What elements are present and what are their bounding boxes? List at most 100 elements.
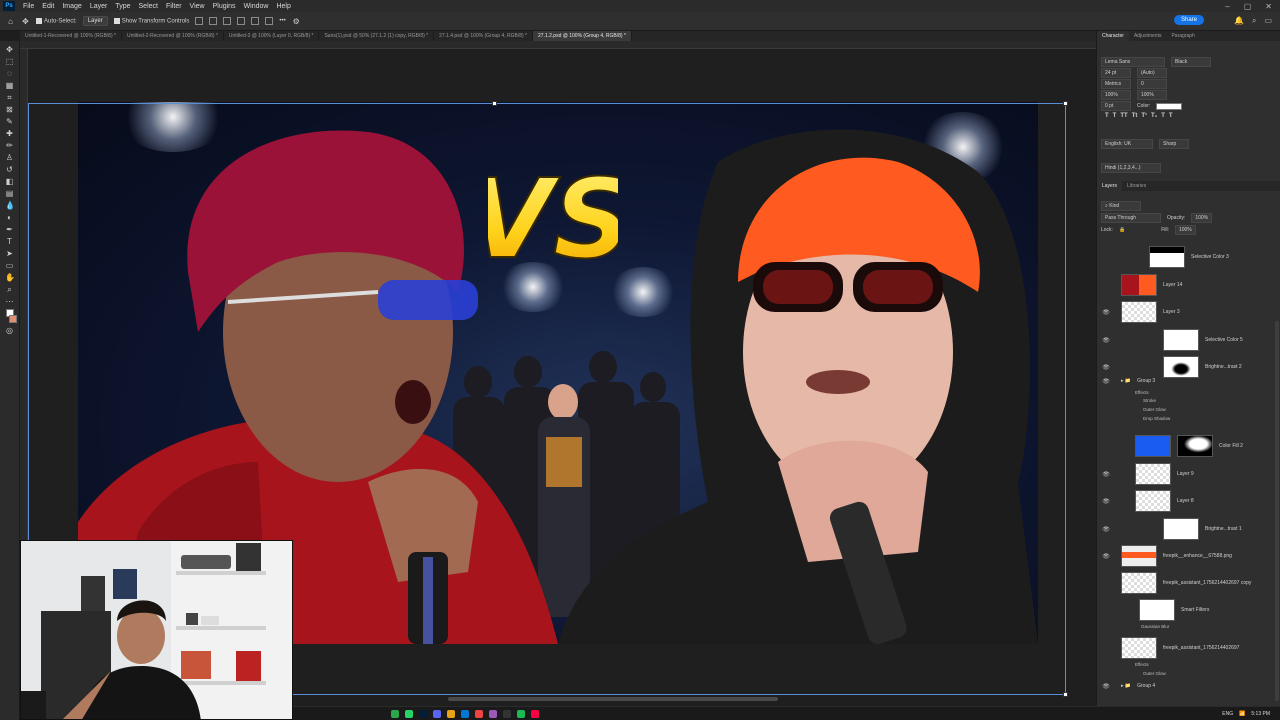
- crop-tool-icon[interactable]: ⌗: [5, 93, 14, 102]
- tracking-field[interactable]: 0: [1137, 79, 1167, 89]
- frame-tool-icon[interactable]: ⊠: [5, 105, 14, 114]
- lock-icon[interactable]: 🔒: [1119, 227, 1125, 233]
- taskbar-app-icon[interactable]: [419, 709, 427, 718]
- underline-button[interactable]: T: [1161, 113, 1165, 119]
- history-brush-icon[interactable]: ↺: [5, 165, 14, 174]
- eye-icon[interactable]: 👁: [1101, 309, 1111, 316]
- gear-icon[interactable]: ⚙: [292, 17, 301, 26]
- align-left-icon[interactable]: [195, 17, 204, 25]
- taskbar-app-icon[interactable]: [447, 709, 455, 718]
- path-select-icon[interactable]: ➤: [5, 249, 14, 258]
- align-top-icon[interactable]: [237, 17, 246, 25]
- language-indicator[interactable]: ENG: [1222, 711, 1233, 717]
- menu-select[interactable]: Select: [135, 3, 162, 10]
- quick-mask-icon[interactable]: ◎: [5, 326, 14, 335]
- auto-select-checkbox[interactable]: Auto-Select:: [36, 17, 77, 24]
- layer-group-row[interactable]: 👁 ▸ 📁 Group 3: [1097, 374, 1280, 388]
- more-tools-icon[interactable]: ⋯: [5, 297, 14, 306]
- gradient-tool-icon[interactable]: ▤: [5, 189, 14, 198]
- kerning-field[interactable]: Metrics: [1101, 79, 1131, 89]
- eraser-icon[interactable]: ◧: [5, 177, 14, 186]
- type-tool-icon[interactable]: T: [5, 237, 14, 246]
- eye-icon[interactable]: 👁: [1101, 378, 1111, 385]
- search-icon[interactable]: ⌕: [1252, 16, 1256, 26]
- antialias-select[interactable]: Sharp: [1159, 139, 1189, 149]
- menu-type[interactable]: Type: [111, 3, 134, 10]
- share-button[interactable]: Share: [1173, 15, 1204, 25]
- tab-paragraph[interactable]: Paragraph: [1166, 31, 1199, 41]
- align-middle-icon[interactable]: [251, 17, 260, 25]
- wifi-icon[interactable]: 📶: [1239, 711, 1245, 717]
- strikethrough-button[interactable]: T: [1169, 113, 1173, 119]
- transform-handle[interactable]: [1063, 692, 1068, 697]
- text-color-swatch[interactable]: [1156, 102, 1183, 110]
- eye-icon[interactable]: 👁: [1101, 471, 1111, 478]
- menu-filter[interactable]: Filter: [162, 3, 186, 10]
- eyedropper-icon[interactable]: ✎: [5, 117, 14, 126]
- taskbar-app-icon[interactable]: [475, 709, 483, 718]
- pen-tool-icon[interactable]: ✒: [5, 225, 14, 234]
- effect-outer-glow[interactable]: Outer Glow: [1143, 407, 1166, 412]
- doc-tab[interactable]: Sans(1).psd @ 50% (27.1.2 (1) copy, RGB/…: [319, 31, 435, 41]
- eye-icon[interactable]: 👁: [1101, 498, 1111, 505]
- layer-group-row[interactable]: 👁 ▸ 📁 Group 4: [1097, 680, 1280, 692]
- gaussian-blur-filter[interactable]: Gaussian Blur: [1141, 624, 1169, 629]
- align-right-icon[interactable]: [223, 17, 232, 25]
- doc-tab-active[interactable]: 27.1.2.psd @ 100% (Group 4, RGB/8) *: [533, 31, 632, 41]
- subscript-button[interactable]: T₁: [1151, 113, 1157, 119]
- taskbar-app-icon[interactable]: [391, 709, 399, 718]
- language-select[interactable]: English: UK: [1101, 139, 1153, 149]
- digits-select[interactable]: Hindi (1,2,3,4...): [1101, 163, 1161, 173]
- effect-outer-glow[interactable]: Outer Glow: [1143, 671, 1166, 676]
- leading-field[interactable]: (Auto): [1137, 68, 1167, 78]
- background-color-swatch[interactable]: [8, 315, 17, 323]
- more-options-button[interactable]: •••: [279, 18, 285, 24]
- superscript-button[interactable]: T¹: [1141, 113, 1147, 119]
- healing-brush-icon[interactable]: ✚: [5, 129, 14, 138]
- font-size-field[interactable]: 24 pt: [1101, 68, 1131, 78]
- effects-label[interactable]: Effects: [1135, 390, 1149, 395]
- taskbar-app-icon[interactable]: [503, 709, 511, 718]
- doc-tab[interactable]: Untitled-3 @ 100% (Layer 0, RGB/8) *: [224, 31, 320, 41]
- effects-label[interactable]: Effects: [1135, 662, 1149, 667]
- blend-mode-select[interactable]: Pass Through: [1101, 213, 1161, 223]
- align-center-icon[interactable]: [209, 17, 218, 25]
- lasso-tool-icon[interactable]: ◌: [5, 69, 14, 78]
- font-style-select[interactable]: Black: [1171, 57, 1211, 67]
- faux-bold-button[interactable]: T: [1105, 113, 1109, 119]
- auto-select-target[interactable]: Layer: [82, 16, 108, 26]
- brush-tool-icon[interactable]: ✏: [5, 141, 14, 150]
- taskbar-app-icon[interactable]: [489, 709, 497, 718]
- layer-row[interactable]: 👁 Layer 3: [1097, 299, 1280, 325]
- layer-row[interactable]: freepik_assistant_1756214402697: [1097, 635, 1280, 661]
- eye-icon[interactable]: 👁: [1101, 553, 1111, 560]
- layer-row[interactable]: Selective Color 3: [1097, 244, 1280, 270]
- menu-view[interactable]: View: [186, 3, 209, 10]
- layer-row[interactable]: 👁 freepik__enhance__67588.png: [1097, 543, 1280, 569]
- layer-row[interactable]: 👁 Selective Color 5: [1097, 327, 1280, 353]
- menu-help[interactable]: Help: [272, 3, 294, 10]
- taskbar-app-icon[interactable]: [461, 709, 469, 718]
- layer-row[interactable]: freepik_assistant_1756214402697 copy: [1097, 570, 1280, 596]
- horizontal-scrollbar[interactable]: [448, 697, 778, 701]
- menu-layer[interactable]: Layer: [86, 3, 112, 10]
- maximize-icon[interactable]: ▢: [1244, 2, 1252, 11]
- menu-file[interactable]: File: [19, 3, 38, 10]
- doc-tab[interactable]: Untitled-1-Recovered @ 100% (RGB/8) *: [20, 31, 122, 41]
- taskbar-app-icon[interactable]: [531, 709, 539, 718]
- layer-row[interactable]: Color Fill 2: [1097, 433, 1280, 459]
- transform-handle[interactable]: [1063, 101, 1068, 106]
- font-family-select[interactable]: Lema Sans: [1101, 57, 1165, 67]
- opacity-field[interactable]: 100%: [1191, 213, 1213, 223]
- tab-character[interactable]: Character: [1097, 31, 1129, 41]
- eye-icon[interactable]: 👁: [1101, 526, 1111, 533]
- marquee-tool-icon[interactable]: ⬚: [5, 57, 14, 66]
- dodge-tool-icon[interactable]: ◐: [5, 213, 14, 222]
- horizontal-scale-field[interactable]: 100%: [1137, 90, 1167, 100]
- clone-stamp-icon[interactable]: ♙: [5, 153, 14, 162]
- menu-window[interactable]: Window: [240, 3, 273, 10]
- taskbar-app-icon[interactable]: [405, 709, 413, 718]
- menu-edit[interactable]: Edit: [38, 3, 58, 10]
- zoom-tool-icon[interactable]: ⌕: [5, 285, 14, 294]
- workspace-icon[interactable]: ▭: [1264, 16, 1272, 26]
